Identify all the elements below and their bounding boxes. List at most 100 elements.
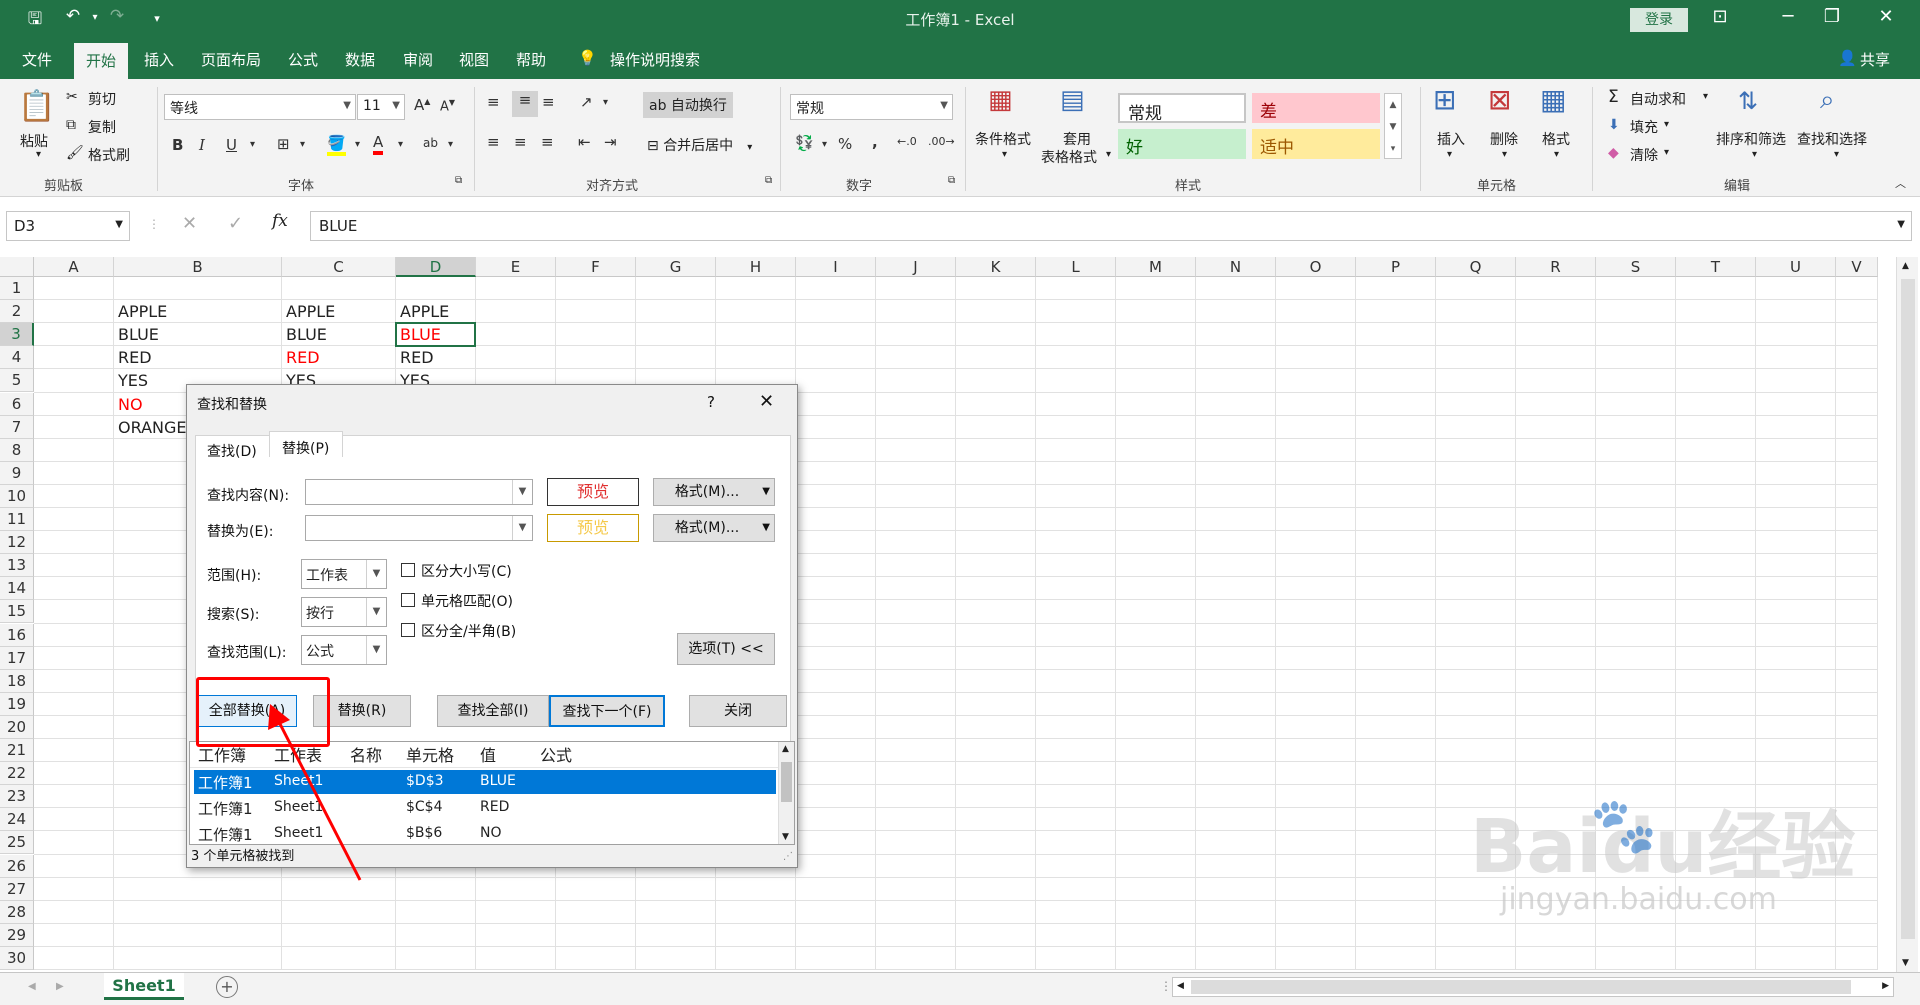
col-header-value[interactable]: 值 bbox=[480, 742, 496, 766]
align-middle-icon[interactable]: ≡ bbox=[512, 91, 538, 117]
format-painter-icon[interactable]: 🖌 bbox=[66, 145, 84, 161]
row-header-12[interactable]: 12 bbox=[0, 531, 34, 555]
cell-b2[interactable]: APPLE bbox=[114, 300, 167, 323]
comma-style-button[interactable]: , bbox=[872, 133, 878, 151]
row-header-24[interactable]: 24 bbox=[0, 808, 34, 832]
find-select-button[interactable]: 查找和选择 bbox=[1797, 129, 1867, 149]
column-header-u[interactable]: U bbox=[1756, 257, 1836, 277]
find-format-button[interactable]: 格式(M)... ▼ bbox=[653, 478, 775, 506]
copy-button[interactable]: 复制 bbox=[88, 117, 116, 137]
delete-dropdown-icon[interactable]: ▾ bbox=[1502, 149, 1507, 160]
tab-view[interactable]: 视图 bbox=[459, 49, 489, 70]
align-top-icon[interactable]: ≡ bbox=[487, 93, 500, 111]
cell-c2[interactable]: APPLE bbox=[282, 300, 335, 323]
format-as-table-dropdown-icon[interactable]: ▾ bbox=[1106, 149, 1111, 160]
conditional-formatting-button[interactable]: 条件格式 bbox=[975, 129, 1031, 149]
format-as-table-icon[interactable]: ▤ bbox=[1060, 85, 1085, 115]
paste-dropdown-icon[interactable]: ▾ bbox=[36, 149, 41, 160]
column-header-t[interactable]: T bbox=[1676, 257, 1756, 277]
accounting-dropdown-icon[interactable]: ▾ bbox=[822, 139, 827, 150]
ribbon-display-icon[interactable]: ⊡ bbox=[1700, 6, 1740, 27]
row-header-15[interactable]: 15 bbox=[0, 600, 34, 624]
scroll-left-icon[interactable]: ◀ bbox=[1177, 981, 1184, 991]
replace-with-input[interactable]: ▼ bbox=[305, 515, 533, 541]
insert-dropdown-icon[interactable]: ▾ bbox=[1447, 149, 1452, 160]
add-sheet-icon[interactable]: + bbox=[216, 976, 238, 998]
chevron-up-icon[interactable]: ▲ bbox=[782, 744, 789, 754]
cell-b5[interactable]: YES bbox=[114, 369, 148, 392]
minimize-icon[interactable]: ─ bbox=[1768, 6, 1808, 27]
search-select[interactable]: 按行 ▼ bbox=[301, 597, 387, 627]
format-as-table-button[interactable]: 套用 bbox=[1063, 129, 1091, 149]
align-right-icon[interactable]: ≡ bbox=[541, 133, 554, 151]
phonetic-dropdown-icon[interactable]: ▾ bbox=[448, 139, 453, 150]
accounting-format-icon[interactable]: 💱 bbox=[795, 134, 814, 152]
tab-formulas[interactable]: 公式 bbox=[288, 49, 318, 70]
row-header-10[interactable]: 10 bbox=[0, 484, 34, 508]
lookin-select[interactable]: 公式 ▼ bbox=[301, 635, 387, 665]
cut-icon[interactable]: ✂ bbox=[66, 89, 78, 105]
row-header-9[interactable]: 9 bbox=[0, 461, 34, 485]
align-bottom-icon[interactable]: ≡ bbox=[542, 93, 555, 111]
cell-b4[interactable]: RED bbox=[114, 346, 152, 369]
styles-scroll-control[interactable]: ▲ ▼ ▾ bbox=[1384, 93, 1402, 159]
cell-c4[interactable]: RED bbox=[282, 346, 320, 369]
row-header-20[interactable]: 20 bbox=[0, 715, 34, 739]
row-header-22[interactable]: 22 bbox=[0, 762, 34, 786]
orientation-dropdown-icon[interactable]: ▾ bbox=[603, 97, 608, 108]
delete-cells-icon[interactable]: ⊠ bbox=[1488, 83, 1511, 116]
col-header-formula[interactable]: 公式 bbox=[540, 742, 572, 766]
font-name-select[interactable]: 等线 ▼ bbox=[164, 94, 356, 120]
row-header-11[interactable]: 11 bbox=[0, 508, 34, 532]
column-header-r[interactable]: R bbox=[1516, 257, 1596, 277]
align-left-icon[interactable]: ≡ bbox=[487, 133, 500, 151]
name-box[interactable]: D3 ▼ bbox=[6, 211, 130, 241]
format-cells-icon[interactable]: ▦ bbox=[1540, 83, 1566, 116]
font-color-icon[interactable]: A bbox=[373, 133, 384, 155]
tab-file[interactable]: 文件 bbox=[22, 49, 52, 70]
insert-function-icon[interactable]: fx bbox=[272, 211, 288, 231]
cell-d2[interactable]: APPLE bbox=[396, 300, 449, 323]
row-header-25[interactable]: 25 bbox=[0, 831, 34, 855]
style-normal[interactable]: 常规 bbox=[1118, 93, 1246, 124]
autosum-dropdown-icon[interactable]: ▾ bbox=[1703, 91, 1708, 102]
active-cell-outline[interactable] bbox=[395, 322, 476, 348]
tab-page-layout[interactable]: 页面布局 bbox=[201, 49, 261, 70]
copy-icon[interactable]: ⧉ bbox=[66, 117, 76, 133]
delete-cells-button[interactable]: 删除 bbox=[1490, 129, 1518, 149]
row-header-3[interactable]: 3 bbox=[0, 323, 34, 347]
phonetic-guide-icon[interactable]: ab bbox=[423, 136, 438, 150]
row-header-29[interactable]: 29 bbox=[0, 923, 34, 947]
sheet-tab-sheet1[interactable]: Sheet1 bbox=[104, 973, 184, 1000]
horizontal-scrollbar[interactable]: ◀ ▶ bbox=[1172, 977, 1894, 997]
login-button[interactable]: 登录 bbox=[1630, 8, 1688, 32]
cancel-icon[interactable]: ✕ bbox=[182, 213, 197, 234]
sort-filter-button[interactable]: 排序和筛选 bbox=[1716, 129, 1786, 149]
tab-replace[interactable]: 替换(P) bbox=[282, 438, 329, 458]
column-header-j[interactable]: J bbox=[876, 257, 956, 277]
insert-cells-button[interactable]: 插入 bbox=[1437, 129, 1465, 149]
font-color-dropdown-icon[interactable]: ▾ bbox=[398, 139, 403, 150]
column-header-b[interactable]: B bbox=[114, 257, 282, 277]
row-header-5[interactable]: 5 bbox=[0, 369, 34, 393]
column-header-v[interactable]: V bbox=[1836, 257, 1878, 277]
font-dialog-launcher-icon[interactable]: ⧉ bbox=[455, 175, 462, 186]
shrink-font-button[interactable]: A▼ bbox=[440, 98, 455, 114]
fill-icon[interactable]: ⬇ bbox=[1608, 117, 1620, 133]
tab-find[interactable]: 查找(D) bbox=[207, 441, 257, 461]
help-button[interactable]: ? bbox=[707, 393, 715, 411]
decrease-decimal-icon[interactable]: .00→ bbox=[928, 135, 955, 148]
find-what-input[interactable]: ▼ bbox=[305, 479, 533, 505]
sort-dropdown-icon[interactable]: ▾ bbox=[1752, 149, 1757, 160]
clear-icon[interactable]: ◆ bbox=[1608, 145, 1619, 161]
column-header-m[interactable]: M bbox=[1116, 257, 1196, 277]
conditional-formatting-icon[interactable]: ▦ bbox=[988, 85, 1013, 115]
row-header-23[interactable]: 23 bbox=[0, 785, 34, 809]
row-header-13[interactable]: 13 bbox=[0, 554, 34, 578]
tell-me-search[interactable]: 操作说明搜索 bbox=[610, 49, 700, 70]
close-window-icon[interactable]: ✕ bbox=[1866, 6, 1906, 27]
tab-help[interactable]: 帮助 bbox=[516, 49, 546, 70]
cell-b7[interactable]: ORANGE bbox=[114, 416, 186, 439]
h-scroll-thumb[interactable] bbox=[1191, 980, 1851, 994]
prev-sheet-icon[interactable]: ◀ bbox=[28, 981, 36, 992]
